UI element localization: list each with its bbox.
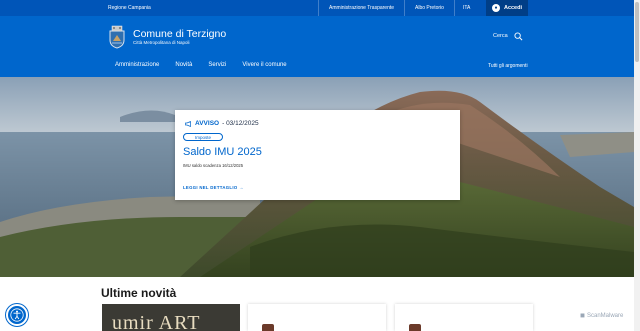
news-card[interactable] [248, 304, 386, 331]
main-nav: Amministrazione Novità Servizi Vivere il… [115, 62, 287, 68]
top-utility-bar: Regione Campania Amministrazione Traspar… [0, 0, 634, 16]
arrow-right-icon: → [238, 185, 244, 190]
news-highlight-card[interactable]: AVVISO - 03/12/2025 Imposte Saldo IMU 20… [175, 110, 460, 200]
topic-chip[interactable]: Imposte [183, 133, 223, 141]
nav-item-vivere-il-comune[interactable]: Vivere il comune [242, 62, 286, 68]
site-subtitle: Città Metropolitana di Napoli [133, 40, 190, 45]
card-description: IMU saldo scadenza 16/12/2025 [183, 163, 244, 168]
utility-links: Amministrazione Trasparente Albo Pretori… [318, 0, 478, 16]
amministrazione-trasparente-link[interactable]: Amministrazione Trasparente [318, 0, 404, 16]
site-title[interactable]: Comune di Terzigno [133, 28, 226, 40]
accessibility-icon [10, 308, 24, 322]
calendar-icon [409, 324, 421, 331]
language-selector[interactable]: ITA [453, 0, 478, 16]
read-more-link[interactable]: LEGGI NEL DETTAGLIO → [183, 185, 244, 190]
nav-item-novita[interactable]: Novità [175, 62, 192, 68]
card-kicker: AVVISO - 03/12/2025 [185, 120, 259, 127]
login-button[interactable]: ● Accedi [486, 0, 528, 16]
search-label[interactable]: Cerca [493, 33, 508, 39]
read-more-label: LEGGI NEL DETTAGLIO [183, 185, 238, 190]
watermark: ◼ ScanMalware [580, 312, 624, 320]
albo-pretorio-link[interactable]: Albo Pretorio [404, 0, 454, 16]
region-link[interactable]: Regione Campania [108, 5, 151, 11]
megaphone-icon [185, 120, 191, 127]
municipal-crest-icon[interactable] [107, 25, 127, 49]
watermark-shield-icon: ◼ [580, 313, 585, 319]
all-topics-link[interactable]: Tutti gli argomenti [488, 63, 528, 69]
card-date: - 03/12/2025 [222, 120, 259, 127]
page-scrollbar[interactable] [634, 0, 640, 331]
news-card-image-text: umir ART [112, 312, 201, 331]
login-label: Accedi [503, 5, 523, 11]
nav-item-servizi[interactable]: Servizi [208, 62, 226, 68]
calendar-icon [262, 324, 274, 331]
card-title[interactable]: Saldo IMU 2025 [183, 146, 262, 158]
section-heading-latest-news: Ultime novità [101, 286, 177, 300]
search-icon[interactable] [514, 32, 523, 41]
card-category: AVVISO [195, 120, 220, 127]
scrollbar-thumb[interactable] [635, 2, 639, 62]
news-card[interactable]: umir ART [102, 304, 240, 331]
user-icon: ● [491, 4, 500, 12]
news-card[interactable] [395, 304, 533, 331]
watermark-text: ScanMalware [586, 312, 624, 319]
site-header: Comune di Terzigno Città Metropolitana d… [0, 16, 634, 77]
accessibility-button[interactable] [6, 304, 28, 326]
nav-item-amministrazione[interactable]: Amministrazione [115, 62, 159, 68]
